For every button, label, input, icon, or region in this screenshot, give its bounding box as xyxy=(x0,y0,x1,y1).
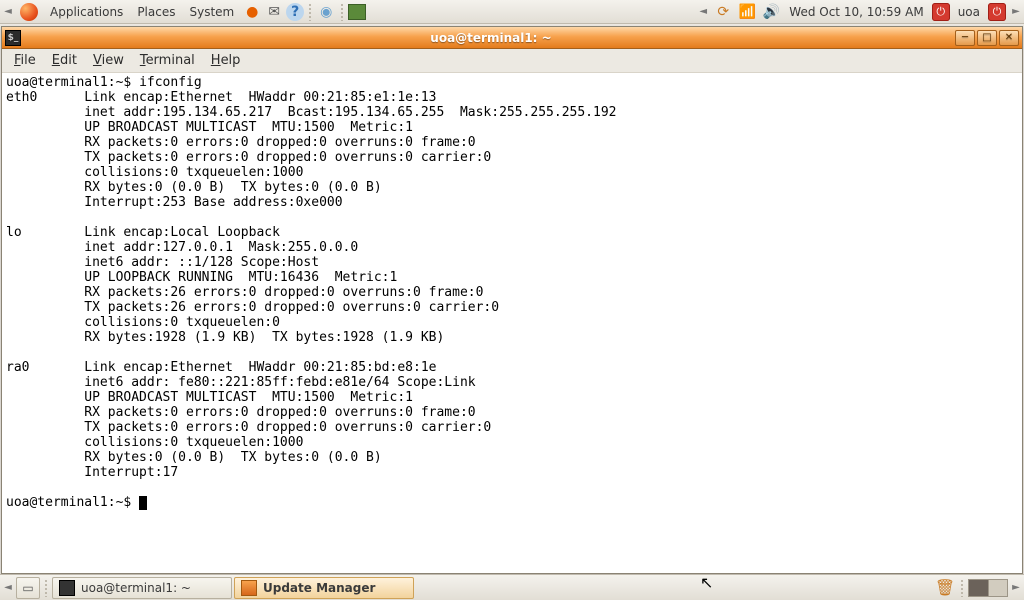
system-monitor-icon[interactable] xyxy=(348,4,366,20)
command-output: eth0 Link encap:Ethernet HWaddr 00:21:85… xyxy=(6,90,616,480)
gnome-terminal-window: $_ uoa@terminal1: ~ ─ □ ✕ File Edit View… xyxy=(1,26,1023,574)
terminal-menubar: File Edit View Terminal Help xyxy=(2,49,1022,73)
taskbar-item-terminal[interactable]: uoa@terminal1: ~ xyxy=(52,577,232,599)
shutdown-icon[interactable]: ⏻ xyxy=(932,3,950,21)
gnome-top-panel: ◄ Applications Places System ● ✉ ? ◉ ◄ ⟳… xyxy=(0,0,1024,24)
menu-edit[interactable]: Edit xyxy=(44,51,85,70)
menu-help[interactable]: Help xyxy=(203,51,249,70)
terminal-app-icon: $_ xyxy=(5,30,21,46)
evolution-mail-icon[interactable]: ✉ xyxy=(264,2,284,22)
logout-icon[interactable]: ⏻ xyxy=(988,3,1006,21)
text-cursor xyxy=(139,496,147,510)
update-available-icon[interactable]: ⟳ xyxy=(713,2,733,22)
taskbar-item-update-manager[interactable]: Update Manager xyxy=(234,577,414,599)
firefox-icon[interactable]: ● xyxy=(242,2,262,22)
window-maximize-button[interactable]: □ xyxy=(977,30,997,46)
window-titlebar[interactable]: $_ uoa@terminal1: ~ ─ □ ✕ xyxy=(2,27,1022,49)
help-icon[interactable]: ? xyxy=(286,3,304,21)
panel-separator xyxy=(44,579,48,597)
prompt: uoa@terminal1:~$ xyxy=(6,75,139,90)
panel-separator xyxy=(308,3,312,21)
command-text: ifconfig xyxy=(139,75,202,90)
menu-applications[interactable]: Applications xyxy=(44,3,129,21)
workspace-2[interactable] xyxy=(989,580,1008,596)
volume-icon[interactable]: 🔊 xyxy=(761,2,781,22)
menu-view[interactable]: View xyxy=(85,51,132,70)
window-minimize-button[interactable]: ─ xyxy=(955,30,975,46)
terminal-viewport[interactable]: uoa@terminal1:~$ ifconfig eth0 Link enca… xyxy=(2,73,1022,573)
panel-scroll-right[interactable]: ► xyxy=(1010,578,1022,598)
panel-scroll-notify-left[interactable]: ◄ xyxy=(697,2,709,22)
gnome-bottom-panel: ◄ ▭ uoa@terminal1: ~ Update Manager 🗑 ► xyxy=(0,574,1024,600)
window-title: uoa@terminal1: ~ xyxy=(27,31,955,45)
clock[interactable]: Wed Oct 10, 10:59 AM xyxy=(785,5,927,19)
prompt: uoa@terminal1:~$ xyxy=(6,495,139,510)
panel-separator xyxy=(960,579,964,597)
workspace-1[interactable] xyxy=(969,580,989,596)
menu-places[interactable]: Places xyxy=(131,3,181,21)
network-signal-icon[interactable]: 📶 xyxy=(737,2,757,22)
window-close-button[interactable]: ✕ xyxy=(999,30,1019,46)
cube-icon[interactable]: ◉ xyxy=(316,2,336,22)
panel-separator xyxy=(340,3,344,21)
workspace-switcher[interactable] xyxy=(968,579,1008,597)
terminal-icon xyxy=(59,580,75,596)
ubuntu-logo-icon[interactable] xyxy=(20,3,38,21)
panel-scroll-left[interactable]: ◄ xyxy=(2,2,14,22)
menu-terminal[interactable]: Terminal xyxy=(132,51,203,70)
taskbar-item-label: Update Manager xyxy=(263,581,375,595)
trash-icon[interactable]: 🗑 xyxy=(934,578,956,598)
menu-system[interactable]: System xyxy=(183,3,240,21)
menu-file[interactable]: File xyxy=(6,51,44,70)
taskbar-item-label: uoa@terminal1: ~ xyxy=(81,581,191,595)
update-manager-icon xyxy=(241,580,257,596)
user-menu[interactable]: uoa xyxy=(954,5,984,19)
show-desktop-button[interactable]: ▭ xyxy=(16,577,40,599)
panel-scroll-right[interactable]: ► xyxy=(1010,2,1022,22)
panel-scroll-left[interactable]: ◄ xyxy=(2,578,14,598)
